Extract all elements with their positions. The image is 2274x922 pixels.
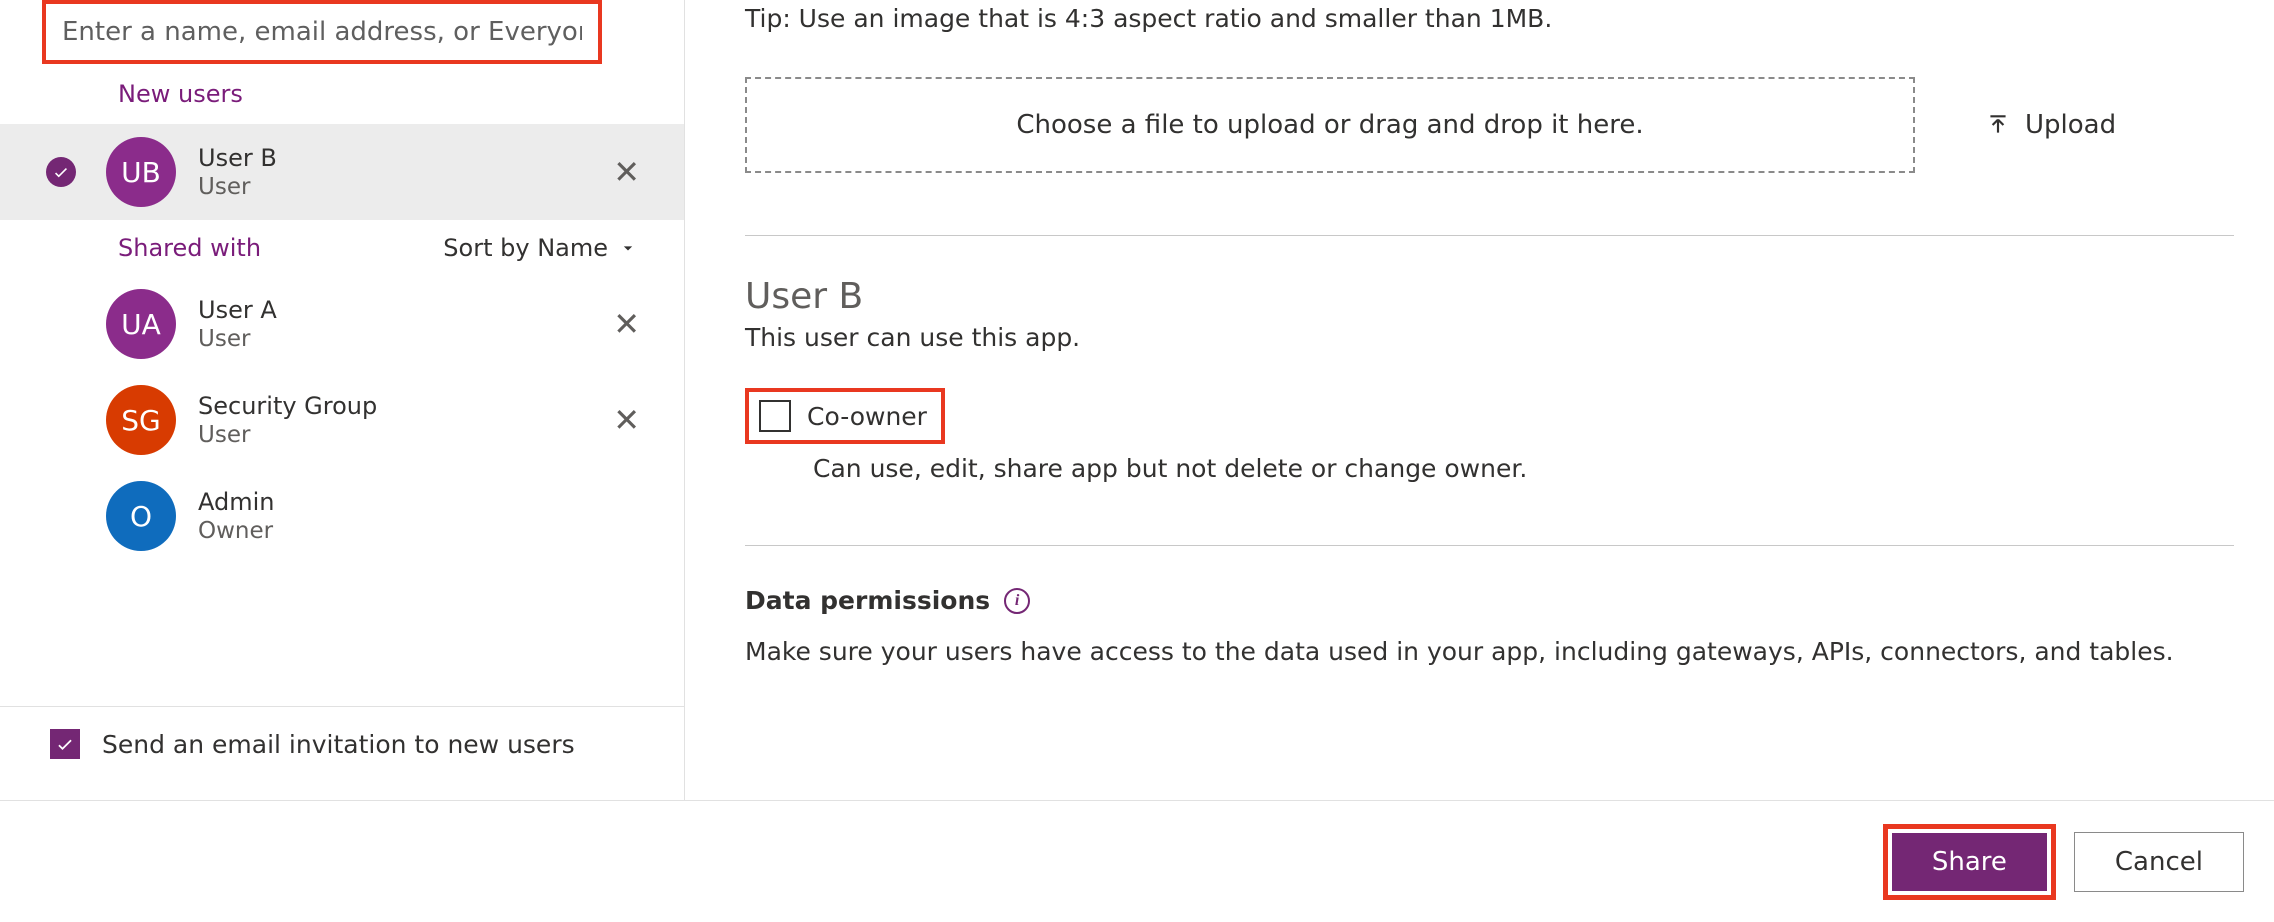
info-icon[interactable]: i xyxy=(1004,588,1030,614)
upload-button[interactable]: Upload xyxy=(1985,110,2116,140)
coowner-highlight: Co-owner xyxy=(745,388,945,444)
sort-dropdown[interactable]: Sort by Name xyxy=(443,234,638,262)
selected-user-desc: This user can use this app. xyxy=(745,323,2234,352)
coowner-checkbox[interactable] xyxy=(759,400,791,432)
user-role: User xyxy=(198,326,593,352)
section-new-users: New users xyxy=(0,64,684,124)
section-shared-with: Shared with xyxy=(118,234,261,262)
share-button-highlight: Share xyxy=(1883,824,2056,900)
cancel-button[interactable]: Cancel xyxy=(2074,832,2244,892)
email-invite-row[interactable]: Send an email invitation to new users xyxy=(0,706,684,781)
remove-user-icon[interactable]: ✕ xyxy=(593,401,660,439)
search-input[interactable] xyxy=(62,17,582,47)
user-role: User xyxy=(198,422,593,448)
user-row-shared[interactable]: O Admin Owner xyxy=(0,468,684,564)
remove-user-icon[interactable]: ✕ xyxy=(593,153,660,191)
chevron-down-icon xyxy=(618,238,638,258)
avatar: SG xyxy=(106,385,176,455)
divider xyxy=(745,545,2234,546)
image-tip-text: Tip: Use an image that is 4:3 aspect rat… xyxy=(745,4,2234,33)
dialog-footer: Share Cancel xyxy=(0,800,2274,922)
email-invite-label: Send an email invitation to new users xyxy=(102,730,575,759)
user-row-new[interactable]: UB User B User ✕ xyxy=(0,124,684,220)
user-name: Admin xyxy=(198,488,660,516)
sort-label: Sort by Name xyxy=(443,234,608,262)
user-row-shared[interactable]: UA User A User ✕ xyxy=(0,276,684,372)
coowner-label: Co-owner xyxy=(807,402,927,431)
user-row-shared[interactable]: SG Security Group User ✕ xyxy=(0,372,684,468)
divider xyxy=(745,235,2234,236)
avatar: O xyxy=(106,481,176,551)
selected-check-icon xyxy=(46,157,76,187)
upload-label: Upload xyxy=(2025,110,2116,140)
data-permissions-desc: Make sure your users have access to the … xyxy=(745,637,2234,666)
avatar: UA xyxy=(106,289,176,359)
search-input-highlight xyxy=(42,0,602,64)
user-name: Security Group xyxy=(198,392,593,420)
user-role: Owner xyxy=(198,518,660,544)
user-role: User xyxy=(198,174,593,200)
user-name: User A xyxy=(198,296,593,324)
user-name: User B xyxy=(198,144,593,172)
selected-user-name: User B xyxy=(745,276,2234,317)
email-invite-checkbox[interactable] xyxy=(50,729,80,759)
data-permissions-title: Data permissions xyxy=(745,586,990,615)
coowner-desc: Can use, edit, share app but not delete … xyxy=(813,454,2234,483)
upload-icon xyxy=(1985,112,2011,138)
avatar: UB xyxy=(106,137,176,207)
search-container xyxy=(0,0,684,64)
remove-user-icon[interactable]: ✕ xyxy=(593,305,660,343)
share-button[interactable]: Share xyxy=(1892,833,2047,891)
upload-dropzone[interactable]: Choose a file to upload or drag and drop… xyxy=(745,77,1915,173)
